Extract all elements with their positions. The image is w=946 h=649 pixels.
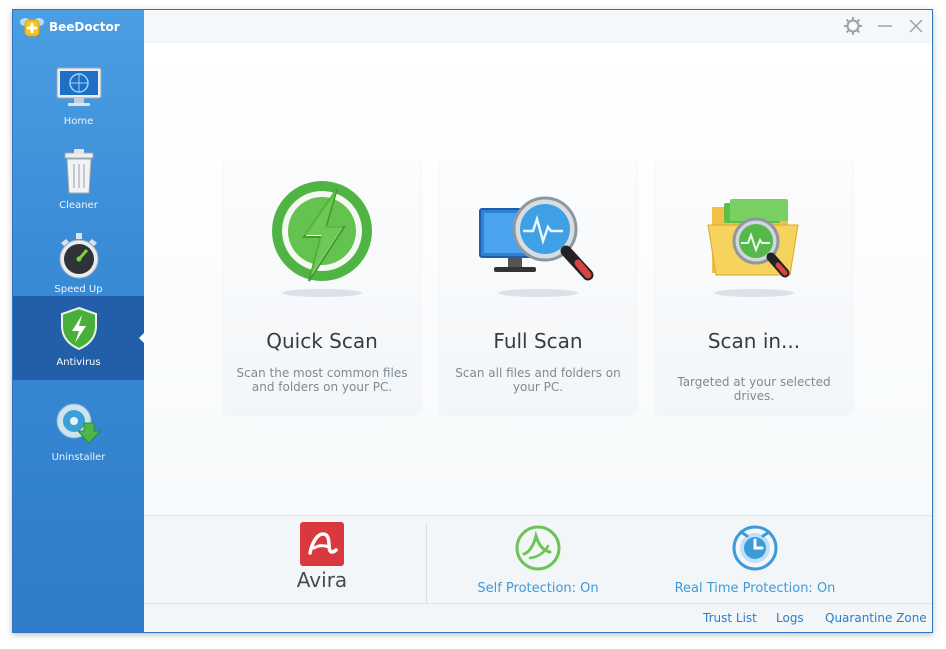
close-icon[interactable] [906,16,926,36]
footer-links: Trust List Logs Quarantine Zone [144,603,932,632]
avira-logo-icon [300,522,344,566]
full-scan-card[interactable]: Full Scan Scan all files and folders on … [440,161,636,413]
bee-logo-icon [20,18,44,37]
monitor-magnifier-icon [479,196,594,297]
sidebar-item-label: Antivirus [56,357,101,368]
real-time-protection-icon [732,525,778,571]
sidebar-item-label: Uninstaller [51,452,106,463]
sidebar-item-home[interactable]: Home [13,55,144,139]
app-title: BeeDoctor [49,20,120,34]
sidebar-item-uninstaller[interactable]: Uninstaller [13,391,144,475]
gear-icon[interactable] [843,16,863,36]
minimize-icon[interactable] [875,16,895,36]
folder-magnifier-icon [707,199,799,297]
card-description: Scan the most common files and folders o… [236,366,408,394]
card-title: Scan in... [707,329,801,353]
antivirus-engine-label: Avira [296,568,348,592]
monitor-icon [56,67,102,106]
lightning-icon [272,181,372,297]
sidebar-item-antivirus[interactable]: Antivirus [13,296,145,380]
card-title: Quick Scan [266,329,378,353]
self-protection-icon [515,525,561,571]
trash-icon [64,149,94,194]
real-time-protection-status: Real Time Protection: On [674,581,836,596]
uninstall-disc-icon [56,403,102,444]
card-description: Scan all files and folders on your PC. [455,366,621,394]
card-title: Full Scan [493,329,583,353]
divider [426,524,427,604]
sidebar-item-cleaner[interactable]: Cleaner [13,139,144,223]
quarantine-zone-link[interactable]: Quarantine Zone [825,611,927,625]
sidebar-item-label: Cleaner [59,200,98,211]
main-content: Quick Scan Scan the most common files an… [144,10,932,632]
brand: BeeDoctor [19,14,120,40]
trust-list-link[interactable]: Trust List [703,611,757,625]
stopwatch-icon [59,233,99,279]
scan-in-card[interactable]: Scan in... Targeted at your selected dri… [656,161,852,413]
protection-bar: Avira Self Protection: On Real Time Prot… [144,515,932,604]
sidebar-item-speed-up[interactable]: Speed Up [13,223,144,307]
logs-link[interactable]: Logs [776,611,804,625]
card-description: Targeted at your selected drives. [677,375,831,403]
self-protection-status: Self Protection: On [477,581,599,596]
shield-icon [61,306,97,351]
app-window: BeeDoctor Home Cleaner Speed Up Antiviru… [12,9,933,633]
quick-scan-card[interactable]: Quick Scan Scan the most common files an… [224,161,420,413]
sidebar-item-label: Speed Up [54,284,103,295]
sidebar-item-label: Home [63,116,94,127]
scan-panel: Quick Scan Scan the most common files an… [144,42,932,515]
sidebar: BeeDoctor Home Cleaner Speed Up Antiviru… [13,10,145,632]
